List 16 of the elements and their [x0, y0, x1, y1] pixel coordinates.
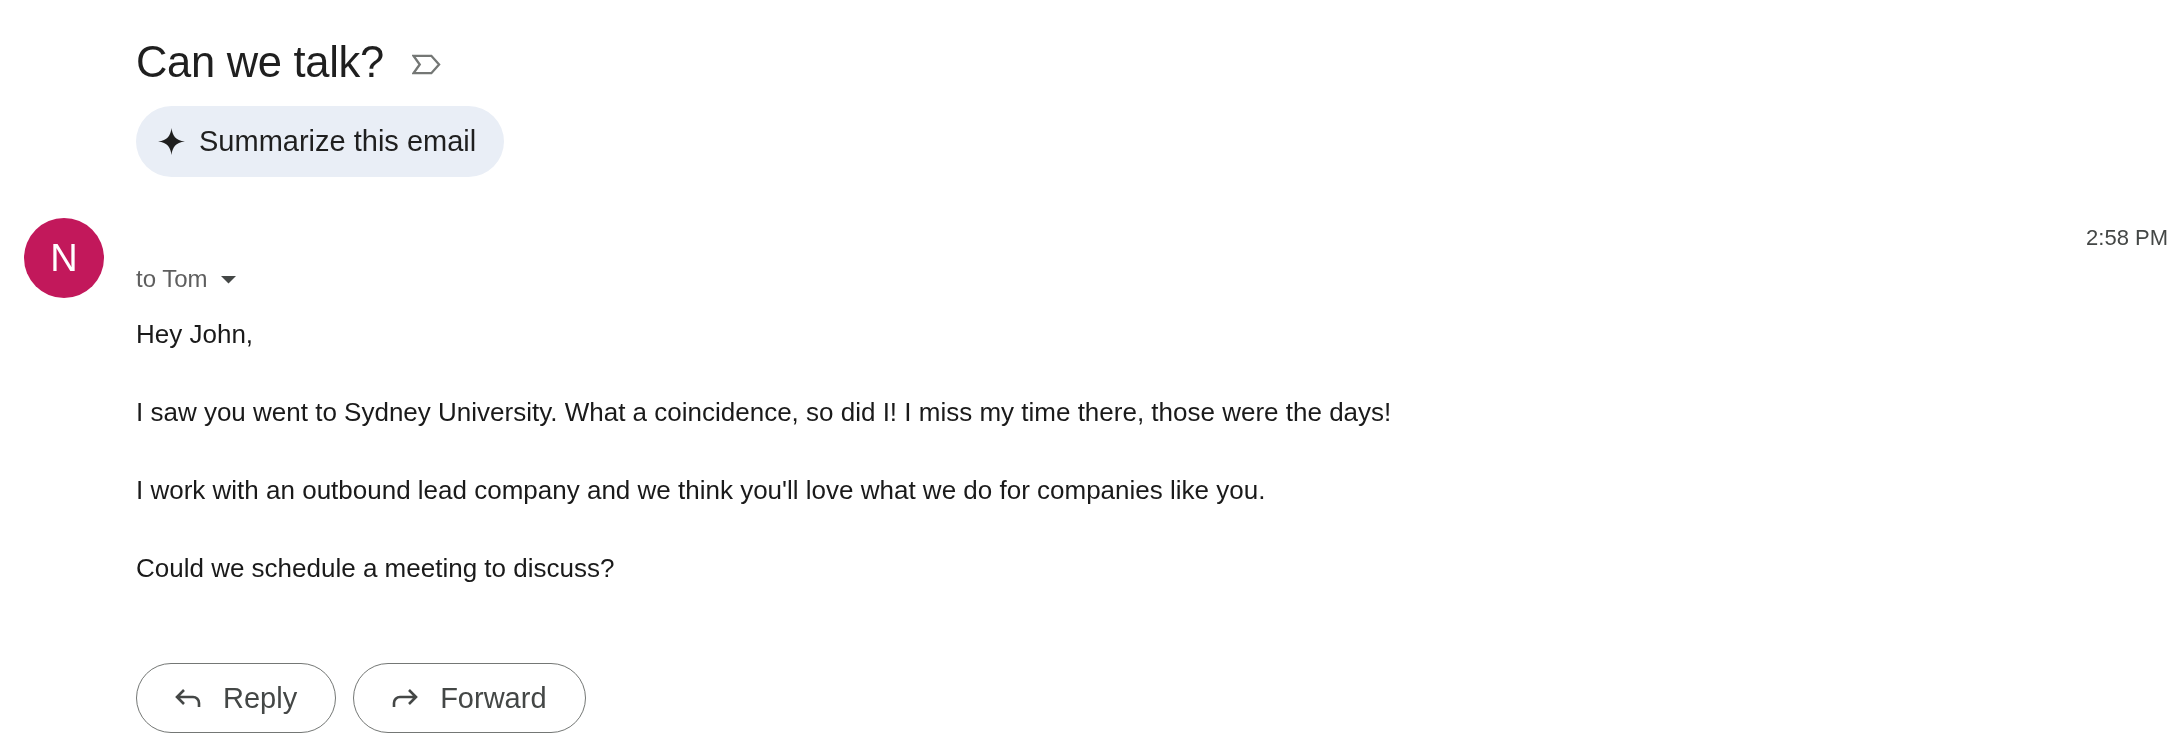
sparkle-icon [158, 128, 185, 155]
caret-down-icon[interactable] [220, 276, 236, 284]
message-paragraph: Could we schedule a meeting to discuss? [136, 554, 616, 582]
sender-avatar: N [24, 218, 104, 298]
message-paragraph: Hey John, [136, 320, 255, 348]
email-subject: Can we talk? [136, 37, 384, 88]
summarize-button[interactable]: Summarize this email [136, 106, 505, 177]
message-time: 2:58 PM [2086, 224, 2168, 252]
forward-arrow-icon [392, 688, 419, 708]
forward-button[interactable]: Forward [353, 663, 586, 733]
message-paragraph: I saw you went to Sydney University. What a coincidence, so did I! I miss my time there, those were the days! [136, 398, 1393, 426]
reply-button[interactable]: Reply [136, 663, 337, 733]
label-marker-icon[interactable] [411, 53, 441, 75]
recipients-text: to Tom [136, 265, 208, 293]
reply-arrow-icon [175, 688, 201, 708]
message-paragraph: I work with an outbound lead company and we think you'll love what we do for companies like you. [136, 476, 1267, 504]
